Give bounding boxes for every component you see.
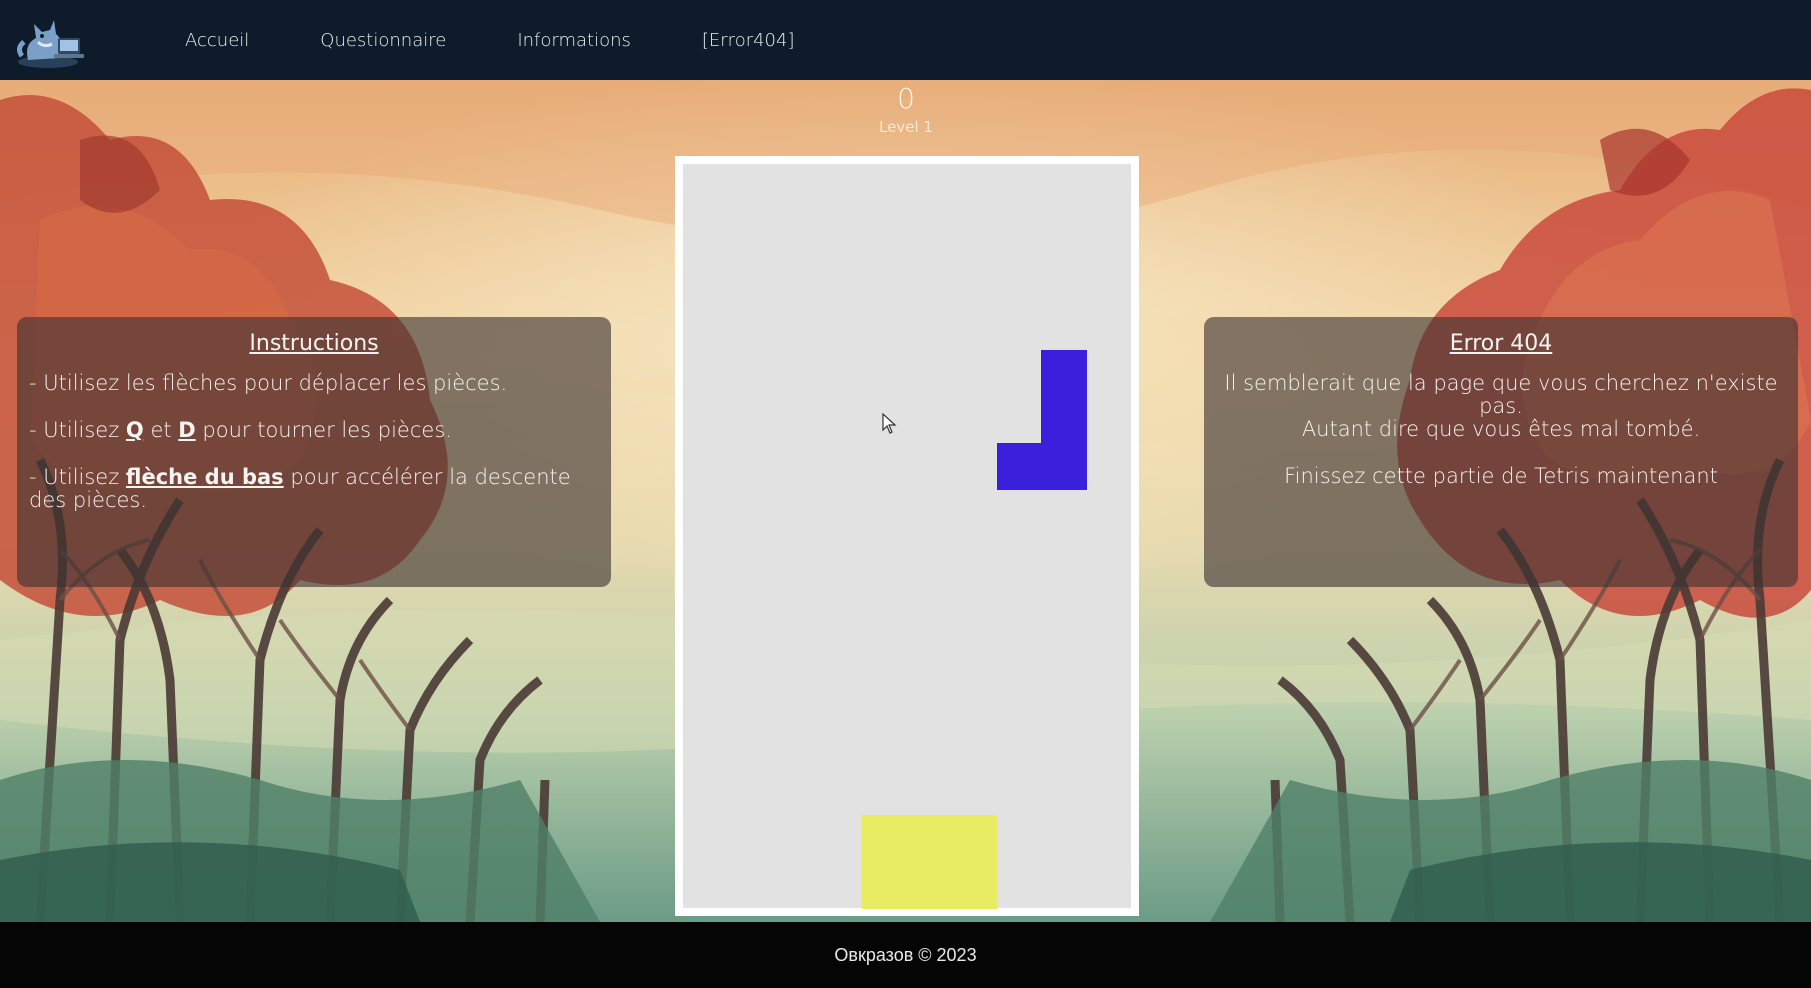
drop-key: flèche du bas (125, 465, 284, 489)
footer-copyright: Овкразов © 2023 (834, 944, 977, 965)
instruction-move: - Utilisez les flèches pour déplacer les… (29, 371, 508, 395)
rotate-key-q: Q (125, 418, 144, 442)
active-piece-block (1041, 350, 1087, 397)
landed-piece-block (907, 861, 953, 909)
rotate-key-d: D (178, 418, 196, 442)
score-value: 0 (897, 82, 915, 115)
active-piece-block (1041, 396, 1087, 444)
tetris-grid[interactable] (683, 164, 1131, 909)
active-piece-block (1041, 443, 1087, 490)
landed-piece-block (862, 815, 908, 862)
level-label: Level 1 (879, 118, 933, 136)
instruction-rotate: - Utilisez Q et D pour tourner les pièce… (29, 418, 452, 442)
top-navbar: Accueil Questionnaire Informations [Erro… (0, 0, 1811, 80)
active-piece-block (996, 443, 1042, 490)
landed-piece-block (951, 861, 998, 909)
error-message-1: Il semblerait que la page que vous cherc… (1224, 371, 1778, 418)
fox-logo-icon[interactable] (14, 8, 90, 70)
nav-link-questionnaire[interactable]: Questionnaire (320, 30, 446, 51)
landed-piece-block (862, 861, 908, 909)
instructions-panel: Instructions - Utilisez les flèches pour… (17, 317, 611, 587)
error-panel: Error 404 Il semblerait que la page que … (1204, 317, 1798, 587)
footer: Овкразов © 2023 (0, 922, 1811, 988)
mouse-cursor-icon (882, 412, 898, 440)
instructions-title: Instructions (249, 331, 379, 356)
nav-link-error404[interactable]: [Error404] (702, 30, 795, 51)
nav-link-informations[interactable]: Informations (517, 30, 631, 51)
error-title: Error 404 (1449, 331, 1553, 356)
nav-link-accueil[interactable]: Accueil (185, 30, 249, 51)
landed-piece-block (951, 815, 998, 862)
landed-piece-block (907, 815, 953, 862)
error-message-2: Autant dire que vous êtes mal tombé. (1301, 417, 1701, 441)
nav-links: Accueil Questionnaire Informations [Erro… (185, 0, 865, 80)
tetris-board[interactable] (675, 156, 1139, 916)
instruction-drop: - Utilisez flèche du bas pour accélérer … (29, 465, 571, 512)
error-message-3: Finissez cette partie de Tetris maintena… (1284, 464, 1718, 488)
